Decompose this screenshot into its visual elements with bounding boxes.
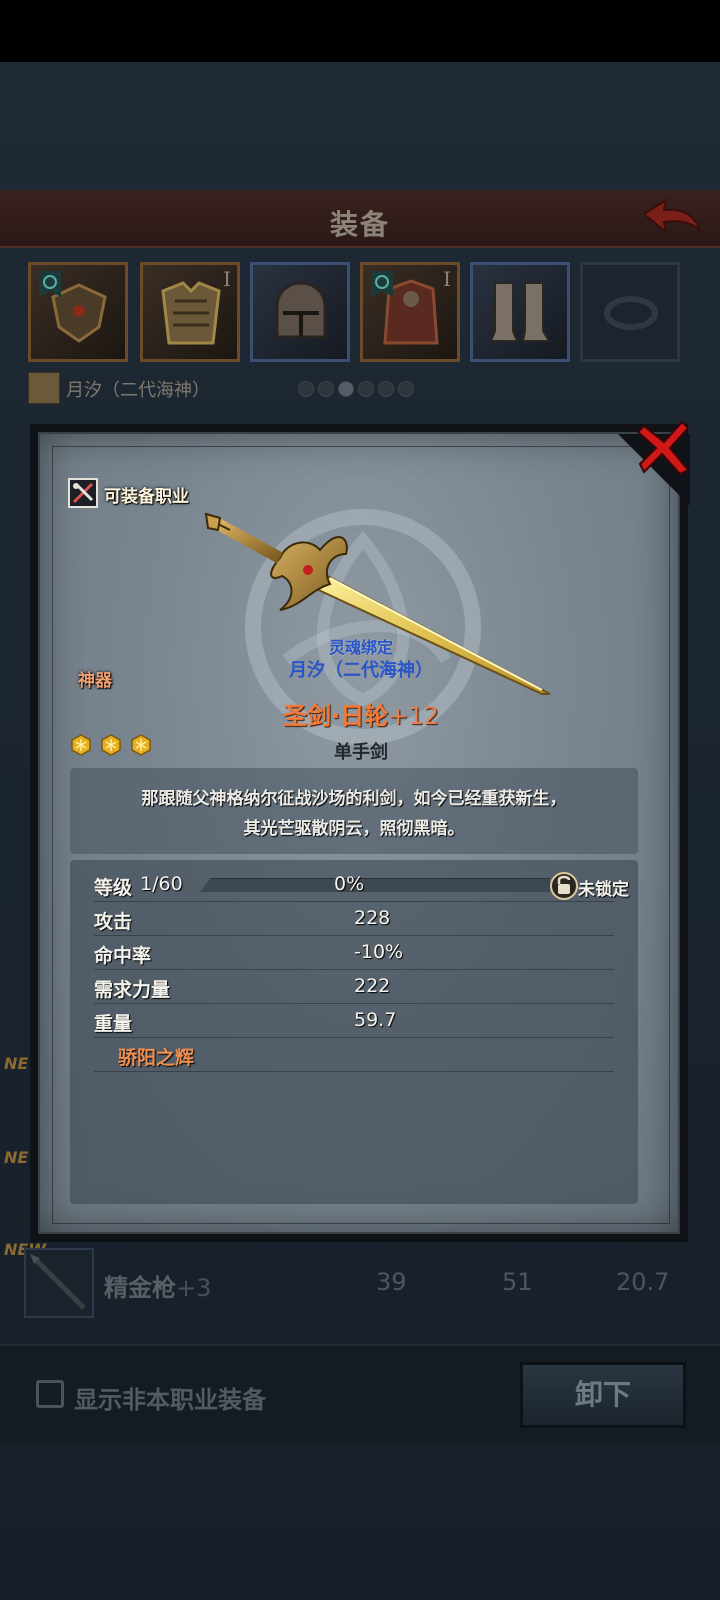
equipment-slot-boots[interactable] — [470, 262, 570, 362]
stat-value: -10% — [354, 941, 404, 963]
close-icon[interactable] — [634, 418, 694, 478]
equipment-slot-chest[interactable]: I — [140, 262, 240, 362]
page-dot[interactable] — [378, 381, 394, 397]
xp-percent: 0% — [334, 873, 365, 895]
lock-icon[interactable] — [550, 870, 578, 900]
stat-label: 攻击 — [94, 911, 133, 933]
page-dot[interactable] — [298, 381, 314, 397]
stat-value: 59.7 — [354, 1009, 397, 1031]
show-other-class-label: 显示非本职业装备 — [74, 1386, 266, 1414]
skill-row: 骄阳之辉 — [94, 1038, 614, 1072]
stat-label: 命中率 — [94, 945, 152, 967]
element-badge-icon — [39, 271, 61, 297]
slot-tier: I — [223, 267, 231, 291]
spear-item-icon — [24, 1248, 94, 1318]
equipment-list-item[interactable]: 精金枪+3 39 51 20.7 — [24, 1246, 704, 1322]
equipment-slot-ring[interactable] — [580, 262, 680, 362]
screen-title: 装备 — [329, 208, 390, 241]
item-stat-attack: 39 — [376, 1268, 407, 1296]
back-arrow-icon[interactable] — [640, 196, 704, 240]
new-tag: NE — [4, 1054, 29, 1073]
item-title: 圣剑·日轮+12 — [283, 702, 439, 730]
description-line: 其光芒驱散阴云，照彻黑暗。 — [243, 819, 465, 839]
show-other-class-checkbox[interactable] — [36, 1380, 64, 1408]
stats-panel: 等级 1/60 0% 未锁定 攻击 228 命中率 -10% 需求力量 222 … — [70, 860, 638, 1204]
equipment-slot-shoulder[interactable] — [28, 262, 128, 362]
page-dot[interactable] — [358, 381, 374, 397]
lock-status[interactable]: 未锁定 — [578, 875, 629, 900]
ring-slot-icon — [604, 296, 658, 330]
item-description: 那跟随父神格纳尔征战沙场的利剑，如今已经重获新生， 其光芒驱散阴云，照彻黑暗。 — [70, 768, 638, 854]
page-dot[interactable] — [318, 381, 334, 397]
equipment-slot-helmet[interactable] — [250, 262, 350, 362]
equipment-slot-cloak[interactable]: I — [360, 262, 460, 362]
skill-name[interactable]: 骄阳之辉 — [118, 1043, 194, 1070]
item-name: 精金枪+3 — [104, 1274, 212, 1302]
stat-row: 命中率 -10% — [94, 936, 614, 970]
new-tag: NE — [4, 1148, 29, 1167]
level-value: 1/60 — [140, 873, 183, 895]
item-stat-weight: 20.7 — [616, 1268, 670, 1296]
stat-row: 重量 59.7 — [94, 1004, 614, 1038]
xp-progress-bar — [200, 878, 550, 892]
dialog-panel: 可装备职业 神器 灵魂绑定 月汐（二代海神） 圣剑·日轮+12 单手剑 那跟随父… — [38, 432, 690, 1234]
equippable-class-label[interactable]: 可装备职业 — [104, 482, 189, 507]
stat-row: 需求力量 222 — [94, 970, 614, 1004]
page-dot-active[interactable] — [338, 381, 354, 397]
stat-label: 重量 — [94, 1013, 133, 1035]
chest-armor-icon — [161, 281, 221, 345]
element-badge-icon — [371, 271, 393, 297]
helmet-icon — [275, 281, 327, 339]
soul-bound-label: 灵魂绑定 — [328, 638, 393, 657]
item-detail-dialog: 可装备职业 神器 灵魂绑定 月汐（二代海神） 圣剑·日轮+12 单手剑 那跟随父… — [30, 420, 690, 1242]
character-name: 月汐（二代海神） — [66, 380, 210, 401]
status-bar — [0, 0, 720, 62]
page-indicator — [298, 381, 414, 397]
sword-axe-class-icon — [72, 482, 94, 504]
level-label: 等级 — [94, 877, 133, 899]
stat-label: 需求力量 — [94, 979, 171, 1001]
description-line: 那跟随父神格纳尔征战沙场的利剑，如今已经重获新生， — [141, 789, 567, 809]
class-badge — [68, 478, 98, 508]
item-stat-strength: 51 — [502, 1268, 533, 1296]
unequip-button[interactable]: 卸下 — [520, 1362, 686, 1428]
owner-name: 月汐（二代海神） — [289, 660, 433, 681]
page-dot[interactable] — [398, 381, 414, 397]
boots-icon — [489, 282, 551, 342]
level-row: 等级 1/60 0% 未锁定 — [94, 868, 629, 902]
stat-row: 攻击 228 — [94, 902, 614, 936]
slot-tier: I — [443, 267, 451, 291]
avatar — [28, 372, 60, 404]
stat-value: 222 — [354, 975, 391, 997]
stat-value: 228 — [354, 907, 391, 929]
item-type: 单手剑 — [334, 742, 388, 763]
